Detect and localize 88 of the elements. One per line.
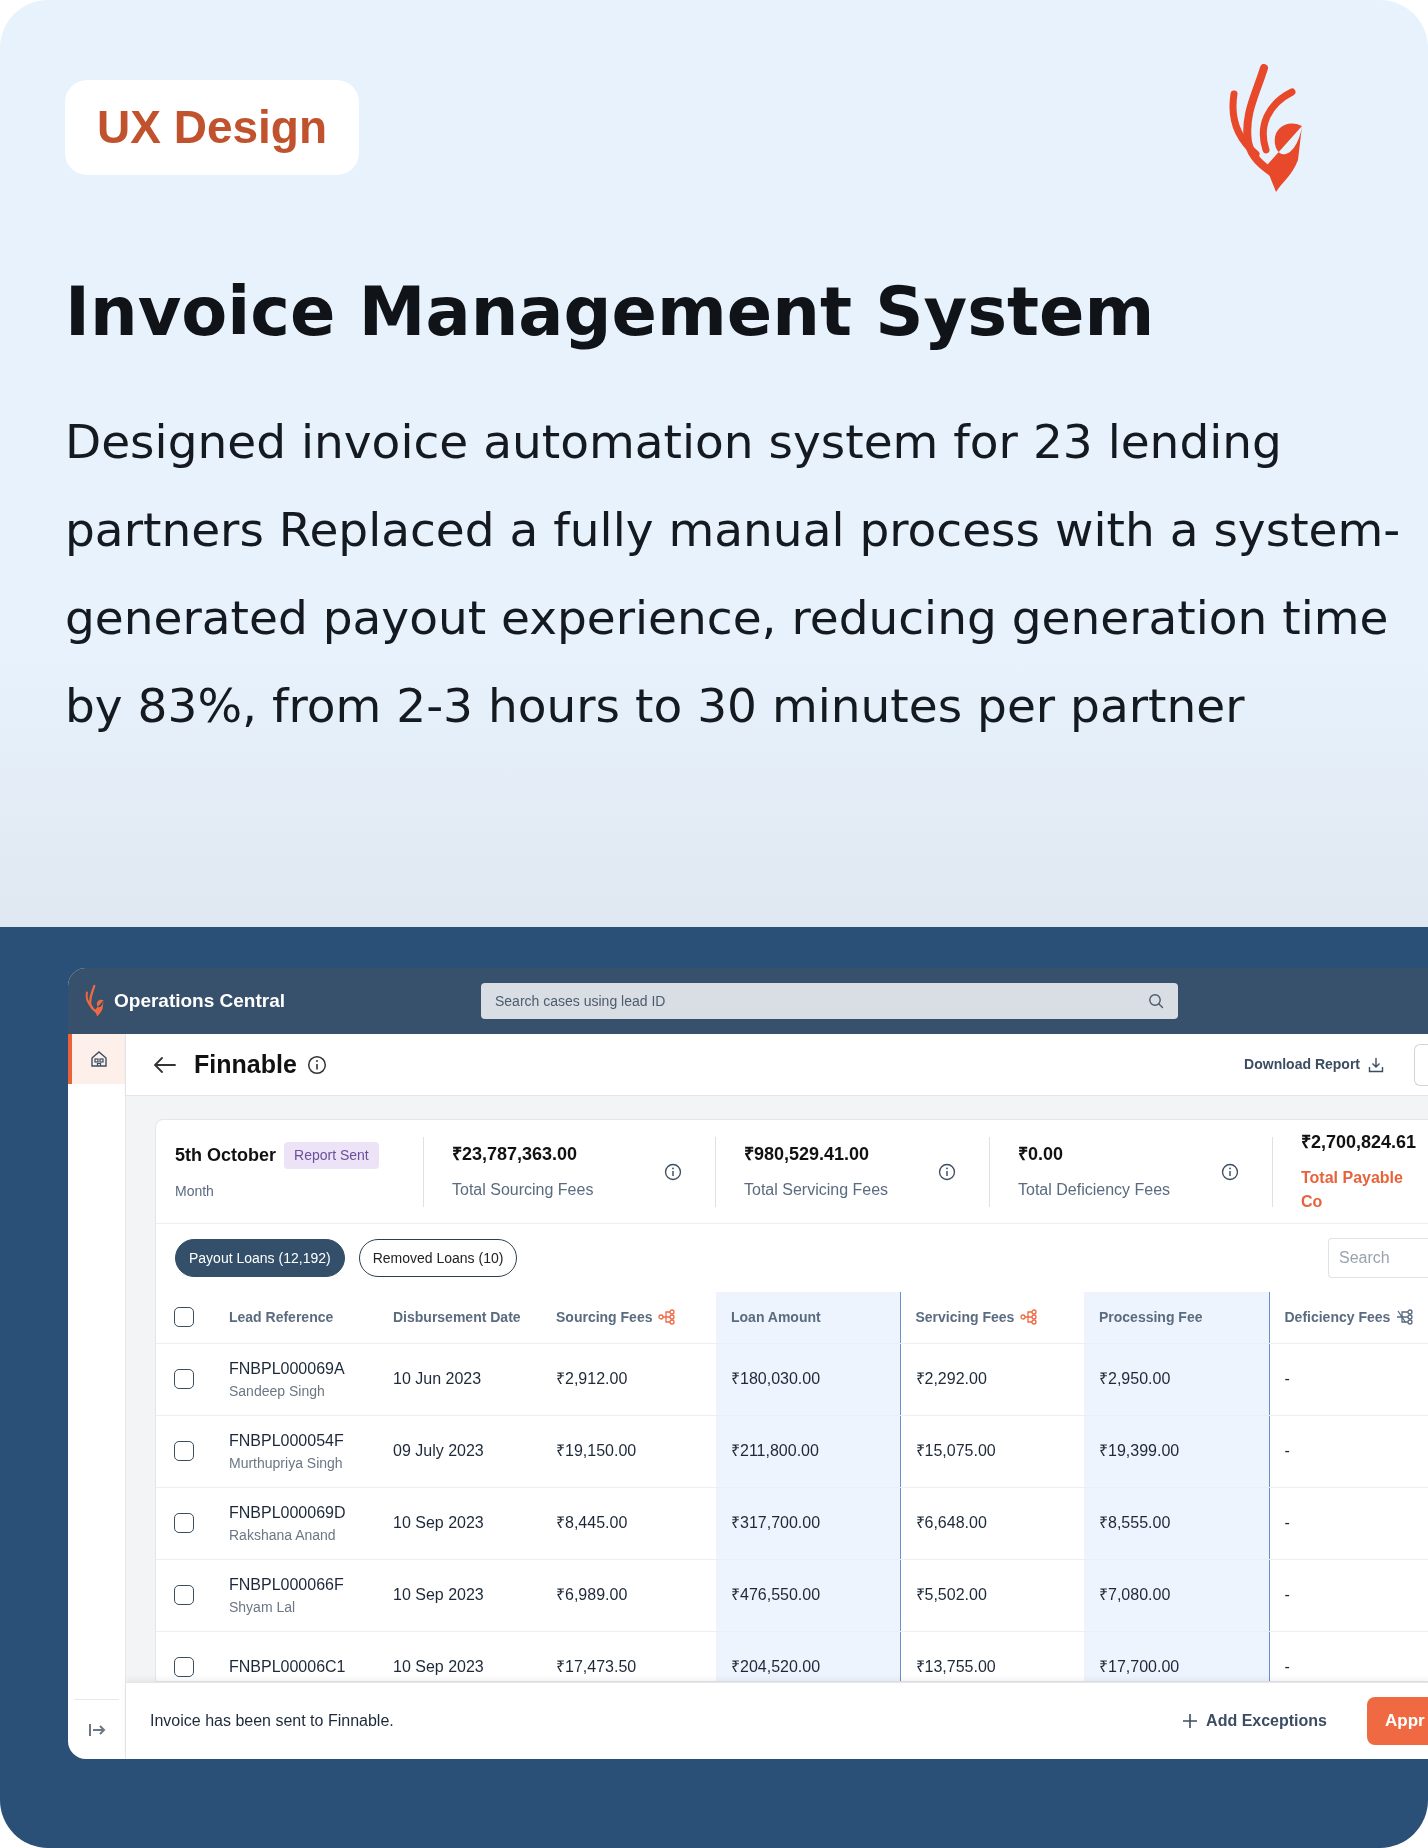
category-badge: UX Design [65,80,360,175]
lead-id: FNBPL000066F [229,1574,345,1595]
hierarchy-icon[interactable] [1020,1308,1039,1325]
hierarchy-icon[interactable] [658,1308,677,1325]
stat-label: Total Payable Co [1301,1168,1404,1212]
status-badge: Report Sent [284,1141,379,1169]
tab[interactable]: Removed Loans (10) [358,1239,518,1277]
status-message: Invoice has been sent to Finnable. [150,1711,394,1731]
table-cell: 10 Jun 2023 [393,1370,482,1387]
customer-name: Sandeep Singh [229,1381,326,1401]
stat-value: ₹23,787,363.00 [452,1143,579,1166]
stat-label: Total Deficiency Fees [1018,1180,1172,1200]
column-header: Deficiency Fees [1269,1292,1428,1343]
checkbox[interactable] [174,1585,194,1605]
table-cell: ₹2,912.00 [556,1370,628,1387]
download-report-link[interactable]: Download Report [1244,1054,1384,1075]
table-cell: ₹2,950.00 [1099,1370,1171,1387]
table-cell: ₹8,555.00 [1099,1514,1171,1531]
customer-name: Rakshana Anand [229,1525,337,1545]
table-cell: ₹13,755.00 [915,1658,996,1675]
lead-id: FNBPL000054F [229,1430,345,1451]
back-arrow-icon[interactable] [154,1056,176,1073]
table-cell: 10 Sep 2023 [393,1514,484,1531]
table-cell: ₹6,989.00 [556,1586,628,1603]
table-cell: - [1284,1442,1290,1459]
table-cell: - [1284,1658,1290,1675]
table-cell: ₹17,700.00 [1099,1658,1180,1675]
period-label: 5th October [175,1143,276,1167]
info-icon[interactable] [306,1054,327,1075]
column-header: Disbursement Date [378,1292,541,1343]
table-cell: - [1284,1586,1290,1603]
lead-id: FNBPL000069D [229,1502,347,1523]
table-cell: ₹19,150.00 [556,1442,637,1459]
split-icon[interactable] [1396,1308,1415,1325]
stat-value: ₹2,700,824.61 [1301,1131,1418,1154]
table-cell: ₹6,648.00 [915,1514,987,1531]
logo-icon [84,985,106,1017]
table-cell: ₹317,700.00 [731,1514,821,1531]
stat-value: ₹0.00 [1018,1143,1065,1166]
table-cell: ₹8,445.00 [556,1514,628,1531]
table-cell: 10 Sep 2023 [393,1586,484,1603]
period-caption: Month [175,1181,215,1201]
search-field[interactable]: Search [1328,1238,1428,1278]
column-header: Processing Fee [1084,1292,1269,1343]
checkbox[interactable] [174,1513,194,1533]
lead-id: FNBPL00006C1 [229,1657,347,1677]
checkbox[interactable] [174,1307,194,1328]
table-cell: ₹204,520.00 [731,1658,821,1675]
table-cell: - [1284,1370,1290,1387]
checkbox[interactable] [174,1441,194,1461]
search-field[interactable]: Search cases using lead ID [481,983,1178,1019]
table-cell: ₹15,075.00 [915,1442,996,1459]
table-cell: 10 Sep 2023 [393,1658,484,1675]
stat-label: Total Sourcing Fees [452,1180,595,1200]
info-icon[interactable] [664,1162,682,1181]
table-cell: ₹180,030.00 [731,1370,821,1387]
table-cell: ₹5,502.00 [915,1586,987,1603]
table-cell: ₹7,080.00 [1099,1586,1171,1603]
info-icon[interactable] [938,1162,956,1181]
add-exceptions-button[interactable]: Add Exceptions [1176,1708,1333,1734]
download-icon [1368,1056,1384,1073]
table-cell: ₹19,399.00 [1099,1442,1180,1459]
collapse-icon[interactable] [87,1722,106,1737]
page-title: Invoice Management System [65,276,1156,350]
table-cell: ₹211,800.00 [731,1442,819,1459]
home-icon [89,1050,108,1068]
customer-name: Shyam Lal [229,1597,297,1617]
customer-name: Murthupriya Singh [229,1453,344,1473]
table-cell: ₹2,292.00 [915,1370,987,1387]
stat-value: ₹980,529.41.00 [744,1143,871,1166]
app-name: Operations Central [114,988,287,1013]
tab[interactable]: Payout Loans (12,192) [175,1239,345,1277]
info-icon[interactable] [1221,1162,1239,1181]
checkbox[interactable] [174,1369,194,1389]
page-heading: Finnable [194,1048,297,1080]
checkbox[interactable] [174,1657,194,1677]
search-icon [1148,993,1164,1009]
column-header: Loan Amount [716,1292,900,1343]
stat-label: Total Servicing Fees [744,1180,890,1200]
column-header: Lead Reference [214,1292,378,1343]
plus-icon [1182,1713,1199,1729]
lead-id: FNBPL000069A [229,1358,346,1379]
table-cell: ₹476,550.00 [731,1586,821,1603]
table-cell: 09 July 2023 [393,1442,484,1459]
description-text: Designed invoice automation system for 23 lending partners Replaced a fully manual process with a system-generated payout experience, reducing generation time by 83%, from 2-3 hours to 30 minutes per partner [65,412,1402,735]
sidebar-item[interactable] [68,1034,125,1084]
table-cell: ₹17,473.50 [556,1658,637,1675]
table-cell: - [1284,1514,1290,1531]
